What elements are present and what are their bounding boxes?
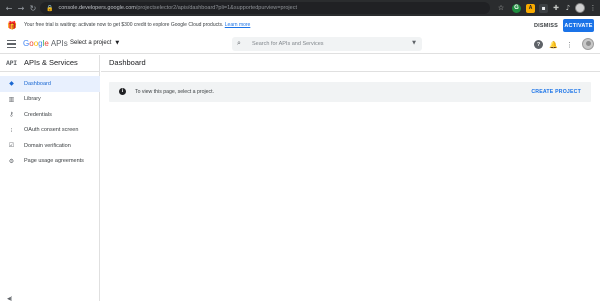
g-extension-icon[interactable]: G — [512, 3, 521, 13]
create-project-button[interactable]: CREATE PROJECT — [531, 89, 581, 95]
more-options-icon[interactable]: ⋮ — [565, 40, 574, 49]
sidebar-item-credentials[interactable]: ⚷ Credentials — [0, 107, 100, 123]
browser-toolbar: ← → ↻ 🔒 console.developers.google.com/pr… — [0, 0, 600, 16]
dashboard-icon: ◆ — [9, 80, 14, 88]
sidebar-title: APIs & Services — [24, 58, 78, 67]
url-path: /projectselector2/apis/dashboard?pli=1&s… — [135, 5, 297, 11]
gift-icon: 🎁 — [7, 20, 17, 30]
sidebar-item-library[interactable]: ▥ Library — [0, 92, 100, 108]
key-icon: ⚷ — [9, 111, 14, 119]
back-arrow-icon[interactable]: ← — [3, 0, 15, 16]
sidebar-item-oauth-consent[interactable]: ⁝ OAuth consent screen — [0, 123, 100, 139]
forward-arrow-icon[interactable]: → — [15, 0, 27, 16]
api-icon: API — [6, 59, 17, 67]
sidebar-header: API APIs & Services — [0, 55, 100, 72]
sidebar-item-dashboard[interactable]: ◆ Dashboard — [0, 76, 100, 92]
activate-button[interactable]: ACTIVATE — [563, 19, 594, 32]
search-bar[interactable]: ⌕ ▼ — [232, 37, 422, 51]
sidebar-item-label: OAuth consent screen — [24, 127, 79, 134]
hamburger-menu-icon[interactable] — [7, 40, 16, 48]
sidebar-item-domain-verification[interactable]: ☑ Domain verification — [0, 138, 100, 154]
settings-list-icon: ⚙ — [8, 157, 15, 165]
logo-letter: e — [44, 39, 49, 48]
browser-menu-icon[interactable]: ⋮ — [588, 3, 598, 13]
library-icon: ▥ — [8, 95, 15, 103]
consent-icon: ⁝ — [10, 126, 13, 134]
url-host: console.developers.google.com — [58, 5, 136, 11]
trial-message-text: Your free trial is waiting: activate now… — [24, 22, 224, 28]
notice-text: To view this page, select a project. — [135, 89, 215, 95]
notifications-bell-icon[interactable]: 🔔 — [549, 40, 558, 49]
learn-more-link[interactable]: Learn more — [225, 22, 251, 28]
account-avatar[interactable] — [582, 38, 594, 50]
star-icon[interactable]: ☆ — [496, 3, 506, 13]
help-icon[interactable]: ? — [534, 40, 543, 49]
music-icon[interactable]: ♪ — [563, 3, 573, 13]
url-text: console.developers.google.com/projectsel… — [58, 5, 297, 11]
console-header: GoogleAPIs Select a project ▼ ⌕ ▼ ? 🔔 ⋮ — [0, 35, 600, 54]
page-title: Dashboard — [109, 58, 146, 67]
sidebar-item-label: Library — [24, 96, 41, 103]
sidebar: API APIs & Services ◆ Dashboard ▥ Librar… — [0, 55, 100, 301]
google-apis-logo[interactable]: Google APIs — [23, 39, 68, 48]
search-input[interactable] — [252, 39, 402, 49]
collapse-sidebar-icon[interactable]: ◀| — [7, 296, 13, 301]
trial-message: Your free trial is waiting: activate now… — [24, 22, 250, 28]
checkbox-icon: ☑ — [8, 142, 15, 150]
info-icon: i — [119, 88, 126, 95]
sidebar-item-label: Domain verification — [24, 142, 71, 149]
puzzle-icon[interactable]: ✚ — [551, 3, 561, 13]
search-dropdown-icon[interactable]: ▼ — [412, 40, 416, 46]
sidebar-item-label: Page usage agreements — [24, 158, 84, 165]
project-selector-label: Select a project — [70, 40, 112, 46]
dismiss-button[interactable]: DISMISS — [532, 20, 560, 32]
ai-extension-icon[interactable]: A — [526, 3, 535, 13]
project-selector[interactable]: Select a project ▼ — [70, 40, 119, 46]
page-header: Dashboard — [101, 55, 600, 72]
reload-icon[interactable]: ↻ — [27, 0, 39, 16]
search-icon: ⌕ — [237, 39, 241, 47]
browser-profile-avatar[interactable] — [575, 3, 585, 13]
sidebar-item-page-usage[interactable]: ⚙ Page usage agreements — [0, 154, 100, 170]
sidebar-item-label: Dashboard — [24, 80, 51, 87]
caret-down-icon: ▼ — [115, 40, 120, 46]
address-bar[interactable]: 🔒 console.developers.google.com/projects… — [40, 2, 490, 14]
select-project-notice: i To view this page, select a project. C… — [109, 82, 591, 102]
free-trial-banner: 🎁 Your free trial is waiting: activate n… — [0, 16, 600, 35]
dark-extension-icon[interactable]: ▪ — [539, 3, 548, 13]
lock-icon: 🔒 — [46, 4, 54, 12]
sidebar-nav: ◆ Dashboard ▥ Library ⚷ Credentials ⁝ OA… — [0, 76, 100, 169]
logo-apis-text: APIs — [50, 39, 68, 48]
sidebar-item-label: Credentials — [24, 111, 52, 118]
